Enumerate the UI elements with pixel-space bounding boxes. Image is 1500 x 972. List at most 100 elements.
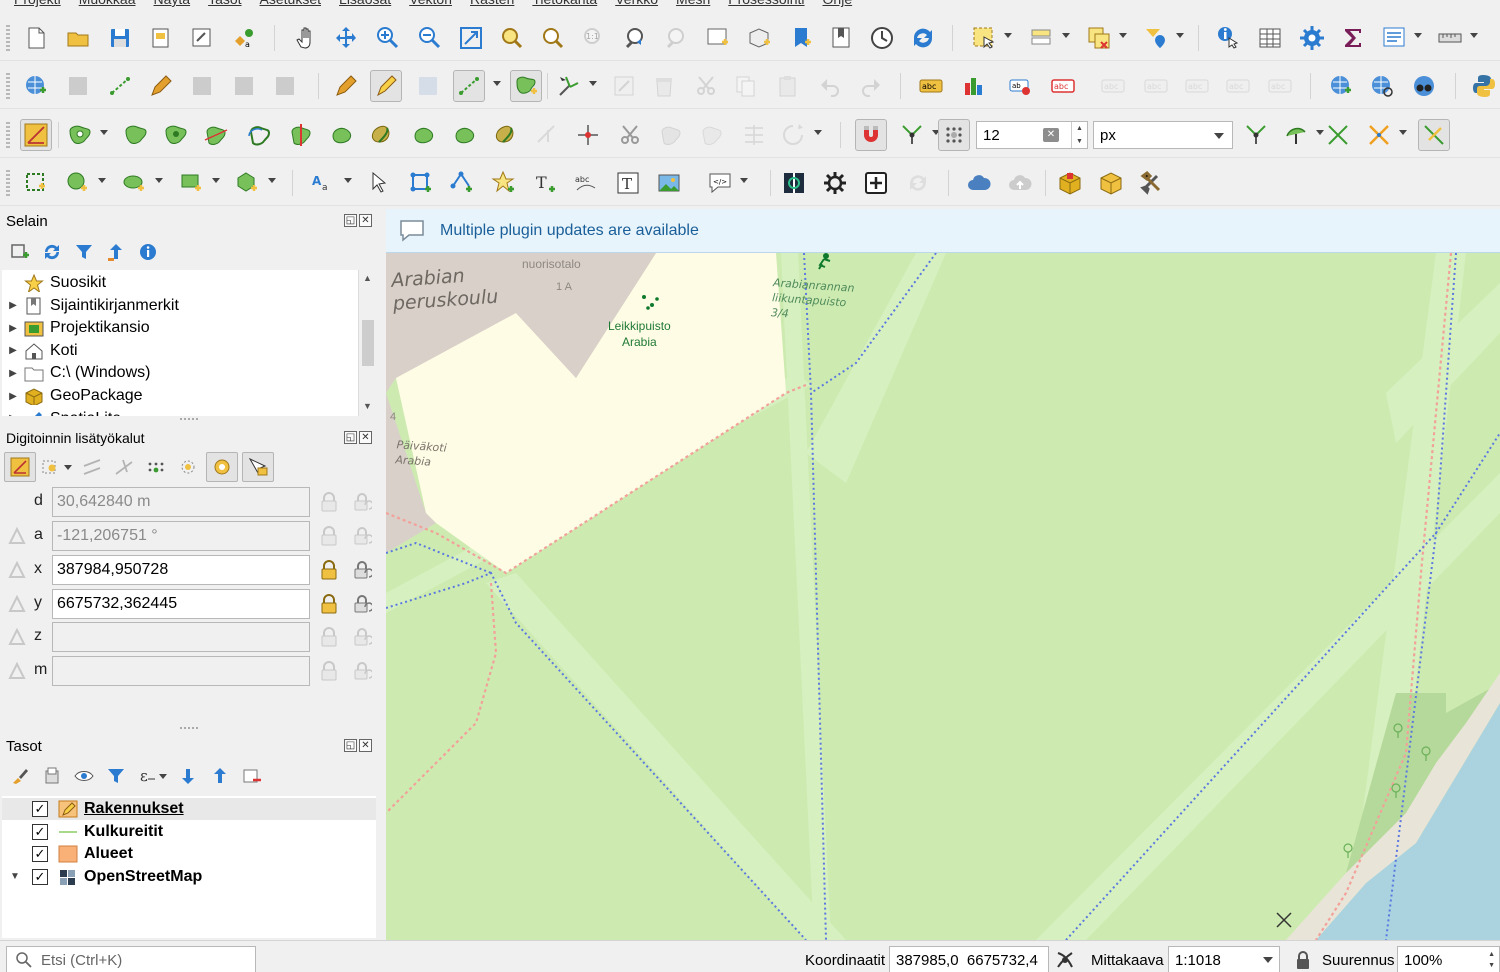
zoom-to-layer-icon[interactable] (537, 22, 569, 54)
node-curve-icon[interactable] (446, 167, 478, 199)
new-3d-map-icon[interactable] (744, 22, 776, 54)
toolbox-gear-icon[interactable] (1296, 22, 1328, 54)
add-raster-icon[interactable] (228, 70, 260, 102)
lock-icon[interactable] (320, 661, 338, 681)
chevron-down-icon[interactable] (1414, 33, 1422, 38)
filter-expression-icon[interactable]: ε (132, 761, 172, 791)
cloud-upload-icon[interactable] (1004, 167, 1036, 199)
browser-item[interactable]: ▶ C:\ (Windows) (2, 362, 150, 384)
add-regular-polygon-icon[interactable] (232, 167, 264, 199)
zoom-next-icon[interactable] (661, 22, 693, 54)
scroll-thumb[interactable] (362, 320, 374, 366)
show-tool-info-icon[interactable] (242, 452, 274, 482)
add-vector-layer-icon[interactable] (1325, 70, 1357, 102)
repeating-lock-icon[interactable] (352, 492, 374, 512)
open-project-icon[interactable] (62, 22, 94, 54)
temporal-clock-icon[interactable] (866, 22, 898, 54)
layer-visibility-checkbox[interactable]: ✓ (32, 868, 48, 885)
relative-toggle-icon[interactable] (8, 595, 26, 613)
save-project-icon[interactable] (104, 22, 136, 54)
cad-field-input-d[interactable]: 30,642840 m (52, 487, 310, 517)
lock-icon[interactable] (320, 526, 338, 546)
enable-advanced-digitizing-icon[interactable] (4, 452, 36, 482)
split-features-icon[interactable] (285, 119, 317, 151)
menu-item[interactable]: Mesh (676, 0, 710, 7)
snap-cross-icon[interactable] (1363, 119, 1395, 151)
lock-icon[interactable] (320, 560, 338, 580)
trim-extend-icon[interactable] (531, 119, 563, 151)
menu-item[interactable]: Lisäosat (339, 0, 391, 7)
layer-visibility-checkbox[interactable]: ✓ (32, 846, 48, 863)
menu-item[interactable]: Tasot (208, 0, 241, 7)
cut-features-icon[interactable] (690, 70, 722, 102)
map-canvas[interactable]: Arabian peruskoulu nuorisotalo 1 A Leikk… (386, 253, 1500, 940)
edit-pencil-icon[interactable] (145, 70, 177, 102)
expand-arrow-icon[interactable]: ▶ (2, 300, 24, 311)
delete-selected-icon[interactable] (648, 70, 680, 102)
float-panel-icon[interactable]: ◱ (344, 214, 357, 227)
info-icon[interactable] (132, 237, 164, 267)
menu-item[interactable]: Tietokanta (532, 0, 597, 7)
collapse-all-icon[interactable] (100, 237, 132, 267)
expand-arrow-icon[interactable]: ▼ (10, 871, 20, 882)
label-pin-icon[interactable]: ab (1005, 70, 1037, 102)
repeating-lock-icon[interactable] (352, 627, 374, 647)
copy-features-icon[interactable] (730, 70, 762, 102)
tools-icon[interactable] (1136, 167, 1168, 199)
chevron-down-icon[interactable] (212, 178, 220, 183)
repeating-lock-icon[interactable] (352, 594, 374, 614)
snapping-units-select[interactable]: px (1093, 121, 1233, 149)
star-annotation-icon[interactable] (488, 167, 520, 199)
snap-grid-icon[interactable] (938, 119, 970, 151)
fill-ring-icon[interactable] (160, 119, 192, 151)
splitter-handle[interactable] (180, 727, 200, 729)
layout-manager-icon[interactable] (186, 22, 218, 54)
snap-vertex-icon[interactable] (1240, 119, 1272, 151)
statistics-sigma-icon[interactable] (1337, 22, 1369, 54)
add-polygon-icon[interactable] (510, 70, 542, 102)
rotate-point-symbols-icon[interactable] (572, 119, 604, 151)
redo-icon[interactable] (855, 70, 887, 102)
add-part-icon[interactable] (120, 119, 152, 151)
text-frame-icon[interactable]: T (612, 167, 644, 199)
chevron-down-icon[interactable] (589, 81, 597, 86)
filter-legend-icon[interactable] (100, 761, 132, 791)
chevron-down-icon[interactable] (814, 130, 822, 135)
layer-row[interactable]: ✓ Alueet (2, 843, 376, 865)
menu-item[interactable]: Rasteri (470, 0, 514, 7)
chevron-down-icon[interactable] (155, 178, 163, 183)
new-mesh-icon[interactable] (186, 70, 218, 102)
label-toolbar-icon[interactable]: abc (915, 70, 947, 102)
gear-settings-icon[interactable] (819, 167, 851, 199)
plugin-update-message[interactable]: Multiple plugin updates are available (440, 222, 699, 240)
toolbar-handle[interactable] (6, 73, 10, 99)
add-vector-layer-icon[interactable] (20, 70, 52, 102)
toolbar-handle[interactable] (6, 25, 10, 51)
delete-part-icon[interactable] (696, 119, 728, 151)
lock-icon[interactable] (320, 627, 338, 647)
layer-row[interactable]: ✓ Kulkureitit (2, 821, 376, 843)
select-arrow-icon[interactable] (364, 167, 396, 199)
layer-row[interactable]: ▼ ✓ OpenStreetMap (2, 866, 376, 888)
green-shape-icon[interactable] (449, 119, 481, 151)
chevron-down-icon[interactable] (1004, 33, 1012, 38)
python-icon[interactable] (1468, 70, 1500, 102)
repeating-lock-icon[interactable] (352, 661, 374, 681)
chevron-down-icon[interactable] (98, 178, 106, 183)
zoom-out-icon[interactable] (414, 22, 446, 54)
relative-toggle-icon[interactable] (8, 561, 26, 579)
attribute-table-icon[interactable] (1254, 22, 1286, 54)
repeating-lock-icon[interactable] (352, 560, 374, 580)
cad-field-input-a[interactable]: -121,206751 ° (52, 521, 310, 551)
green-shape-icon[interactable] (326, 119, 358, 151)
add-ellipse-icon[interactable] (119, 167, 151, 199)
style-manager-icon[interactable]: a (228, 22, 260, 54)
add-ring-icon[interactable] (64, 119, 96, 151)
new-project-icon[interactable] (20, 22, 52, 54)
menu-item[interactable]: Vektori (409, 0, 452, 7)
close-panel-icon[interactable]: ✕ (359, 214, 372, 227)
parallel-icon[interactable] (76, 452, 108, 482)
spin-arrows-icon[interactable]: ▲ ▼ (1071, 122, 1087, 148)
chevron-down-icon[interactable] (344, 178, 352, 183)
cad-field-input-x[interactable]: 387984,950728 (52, 555, 310, 585)
